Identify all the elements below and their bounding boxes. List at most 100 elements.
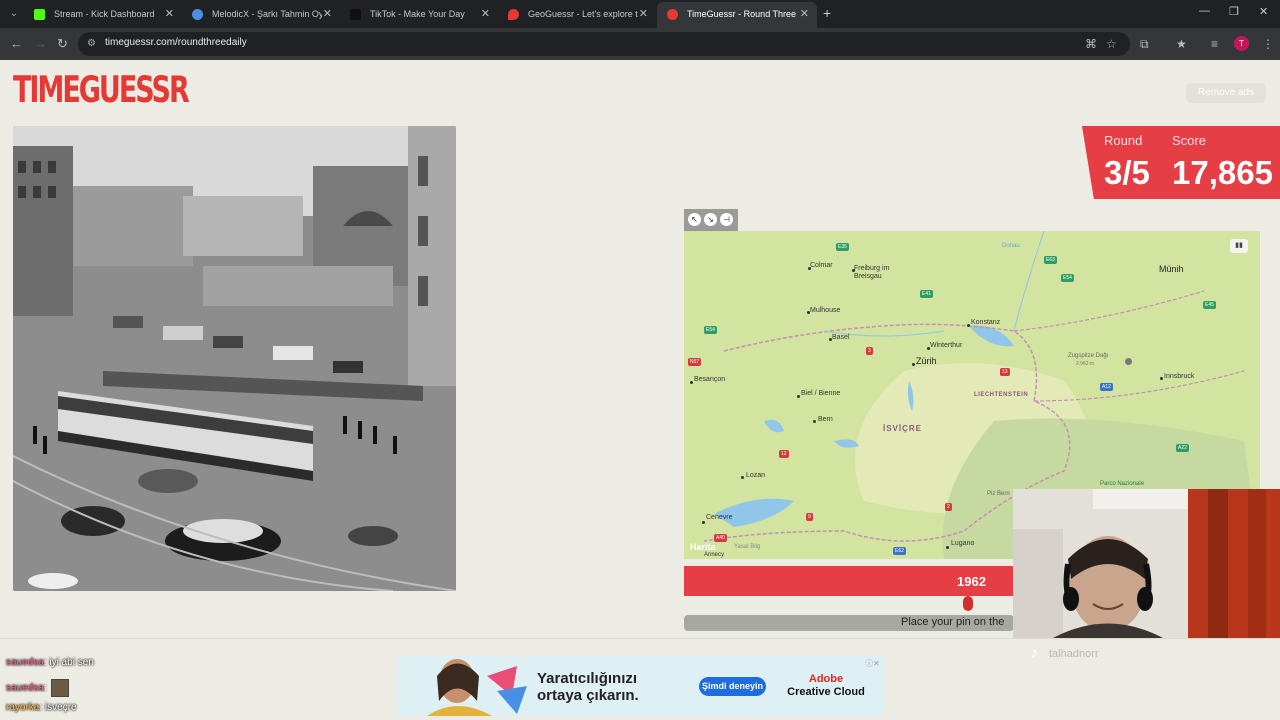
bookmark-star-icon[interactable]: ☆ <box>1106 37 1117 51</box>
reload-icon[interactable]: ↻ <box>57 36 68 52</box>
site-info-icon[interactable]: ⚙ <box>87 38 97 49</box>
chat-username: sauedsa <box>6 657 44 668</box>
menu-icon[interactable]: ⋮ <box>1262 37 1274 51</box>
profile-avatar[interactable]: T <box>1234 36 1249 51</box>
ad-cta-button[interactable]: Şimdi deneyin <box>699 677 766 696</box>
road-shield: E41 <box>920 290 933 298</box>
pin-map-icon[interactable]: ⊣ <box>720 213 733 226</box>
road-shield: A22 <box>1176 444 1189 452</box>
city-basel: Basel <box>832 334 850 341</box>
score-value: 17,865 <box>1172 154 1273 191</box>
ad-brand: Adobe Creative Cloud <box>781 673 871 699</box>
tab-label: TikTok - Make Your Day <box>370 9 465 19</box>
chat-message: sauedsa: <box>6 679 69 697</box>
year-value: 1962 <box>957 574 986 589</box>
extensions-icon[interactable]: ⧉ <box>1140 37 1149 52</box>
translate-icon[interactable]: ⌘ <box>1085 37 1097 51</box>
bookmarks-icon[interactable]: ★ <box>1176 37 1187 51</box>
chat-text: : isveçre <box>39 702 77 713</box>
new-tab-icon[interactable]: + <box>823 5 831 21</box>
tab-close-icon[interactable]: ✕ <box>481 2 490 26</box>
city-dot <box>741 476 744 479</box>
tab-close-icon[interactable]: ✕ <box>639 2 648 26</box>
round-photo <box>13 126 456 591</box>
adobe-brand: Adobe <box>808 673 844 685</box>
city-besancon: Besançon <box>694 376 726 383</box>
remove-ads-button[interactable]: Remove ads <box>1186 83 1266 103</box>
legal-info-link[interactable]: Yasal Bilg <box>734 544 760 550</box>
tab-close-icon[interactable]: ✕ <box>165 2 174 26</box>
road-shield: 13 <box>1000 368 1010 376</box>
browser-tab-bar: ⌄ Stream - Kick Dashboard ✕ MelodicX - Ş… <box>0 0 1280 28</box>
tab-label: MelodicX - Şarkı Tahmin Oyunu <box>212 9 322 19</box>
tab-kick-dashboard[interactable]: Stream - Kick Dashboard ✕ <box>24 2 182 28</box>
city-colmar: Colmar <box>810 262 833 269</box>
guess-prompt[interactable]: Place your pin on the <box>901 616 1004 628</box>
map-credit: Harita <box>690 542 716 552</box>
chat-message: rayorka: isveçre <box>6 702 77 713</box>
peak-zugspitze-height: 2.962 m <box>1076 361 1095 367</box>
melodicx-favicon-icon <box>192 9 203 20</box>
road-shield: E62 <box>893 547 906 555</box>
chat-username: rayorka <box>6 702 40 713</box>
peak-pizbern: Piz Bern <box>987 491 1010 497</box>
ad-close-icon[interactable]: ⓘ✕ <box>865 658 880 669</box>
tab-tiktok[interactable]: TikTok - Make Your Day ✕ <box>340 2 498 28</box>
city-dot <box>690 381 693 384</box>
road-shield: 9 <box>806 513 813 521</box>
tiktok-logo-icon: ♪ <box>1030 645 1038 662</box>
media-control-icon[interactable]: ≡ <box>1211 37 1218 51</box>
tram-street-photo <box>13 126 456 591</box>
city-biel: Biel / Bienne <box>801 390 841 397</box>
road-shield: E35 <box>836 243 849 251</box>
city-dot <box>813 420 816 423</box>
kick-favicon-icon <box>34 9 45 20</box>
streamer-webcam <box>1013 489 1280 638</box>
chat-text: : iyi abi sen <box>43 657 94 668</box>
city-lozan: Lozan <box>746 472 766 479</box>
year-slider-thumb[interactable] <box>962 596 973 611</box>
road-shield: E54 <box>704 326 717 334</box>
round-score-panel: Round Score 3/5 17,865 <box>1082 126 1280 199</box>
road-shield: E63 <box>1044 256 1057 264</box>
webcam-feed <box>1013 489 1280 638</box>
restore-icon[interactable]: ❐ <box>1229 5 1239 18</box>
creative-cloud-brand: Creative Cloud <box>787 686 865 698</box>
ad-headline-line1: Yaratıcılığınızı <box>537 670 638 687</box>
ad-headline-line2: ortaya çıkarın. <box>537 687 639 704</box>
timeguessr-logo[interactable]: TIMEGUESSR <box>13 61 190 120</box>
minimize-icon[interactable]: — <box>1199 5 1210 17</box>
city-innsbruck: Innsbruck <box>1164 373 1195 380</box>
url-text[interactable]: timeguessr.com/roundthreedaily <box>105 37 247 48</box>
address-bar[interactable]: ⚙ timeguessr.com/roundthreedaily <box>78 32 1130 56</box>
road-shield: E54 <box>1061 274 1074 282</box>
tab-label: GeoGuessr - Let's explore the w <box>528 9 638 19</box>
river-donau: Donau <box>1002 243 1020 249</box>
back-icon[interactable]: ← <box>10 36 23 52</box>
tab-close-icon[interactable]: ✕ <box>323 2 332 26</box>
timeguessr-favicon-icon <box>667 9 678 20</box>
tab-close-icon[interactable]: ✕ <box>800 2 809 26</box>
city-zurich: Zürih <box>916 356 937 366</box>
map-size-controls: ↖ ↘ ⊣ <box>684 209 738 231</box>
tab-geoguessr[interactable]: GeoGuessr - Let's explore the w ✕ <box>498 2 656 28</box>
tab-search-icon[interactable]: ⌄ <box>6 6 22 22</box>
geoguessr-favicon-icon <box>508 9 519 20</box>
forward-icon[interactable]: → <box>34 36 47 52</box>
tab-timeguessr[interactable]: TimeGuessr - Round Three ✕ <box>657 2 817 28</box>
city-dot <box>946 546 949 549</box>
chat-message: sauedsa: iyi abi sen <box>6 657 94 668</box>
road-shield: 12 <box>779 450 789 458</box>
park-label: Parco Nazionale <box>1100 481 1145 487</box>
country-label: İSVİÇRE <box>883 424 923 433</box>
city-dot <box>912 363 915 366</box>
map-layers-icon[interactable]: ▮▮ <box>1230 239 1248 253</box>
tab-melodicx[interactable]: MelodicX - Şarkı Tahmin Oyunu ✕ <box>182 2 340 28</box>
road-shield: N57 <box>688 358 702 366</box>
shrink-map-icon[interactable]: ↖ <box>688 213 701 226</box>
expand-map-icon[interactable]: ↘ <box>704 213 717 226</box>
city-cenevre: Cenevre <box>706 514 733 521</box>
tiktok-favicon-icon <box>350 9 361 20</box>
adobe-ad-banner[interactable]: Yaratıcılığınızı ortaya çıkarın. Şimdi d… <box>397 656 883 716</box>
close-window-icon[interactable]: ✕ <box>1259 5 1268 18</box>
